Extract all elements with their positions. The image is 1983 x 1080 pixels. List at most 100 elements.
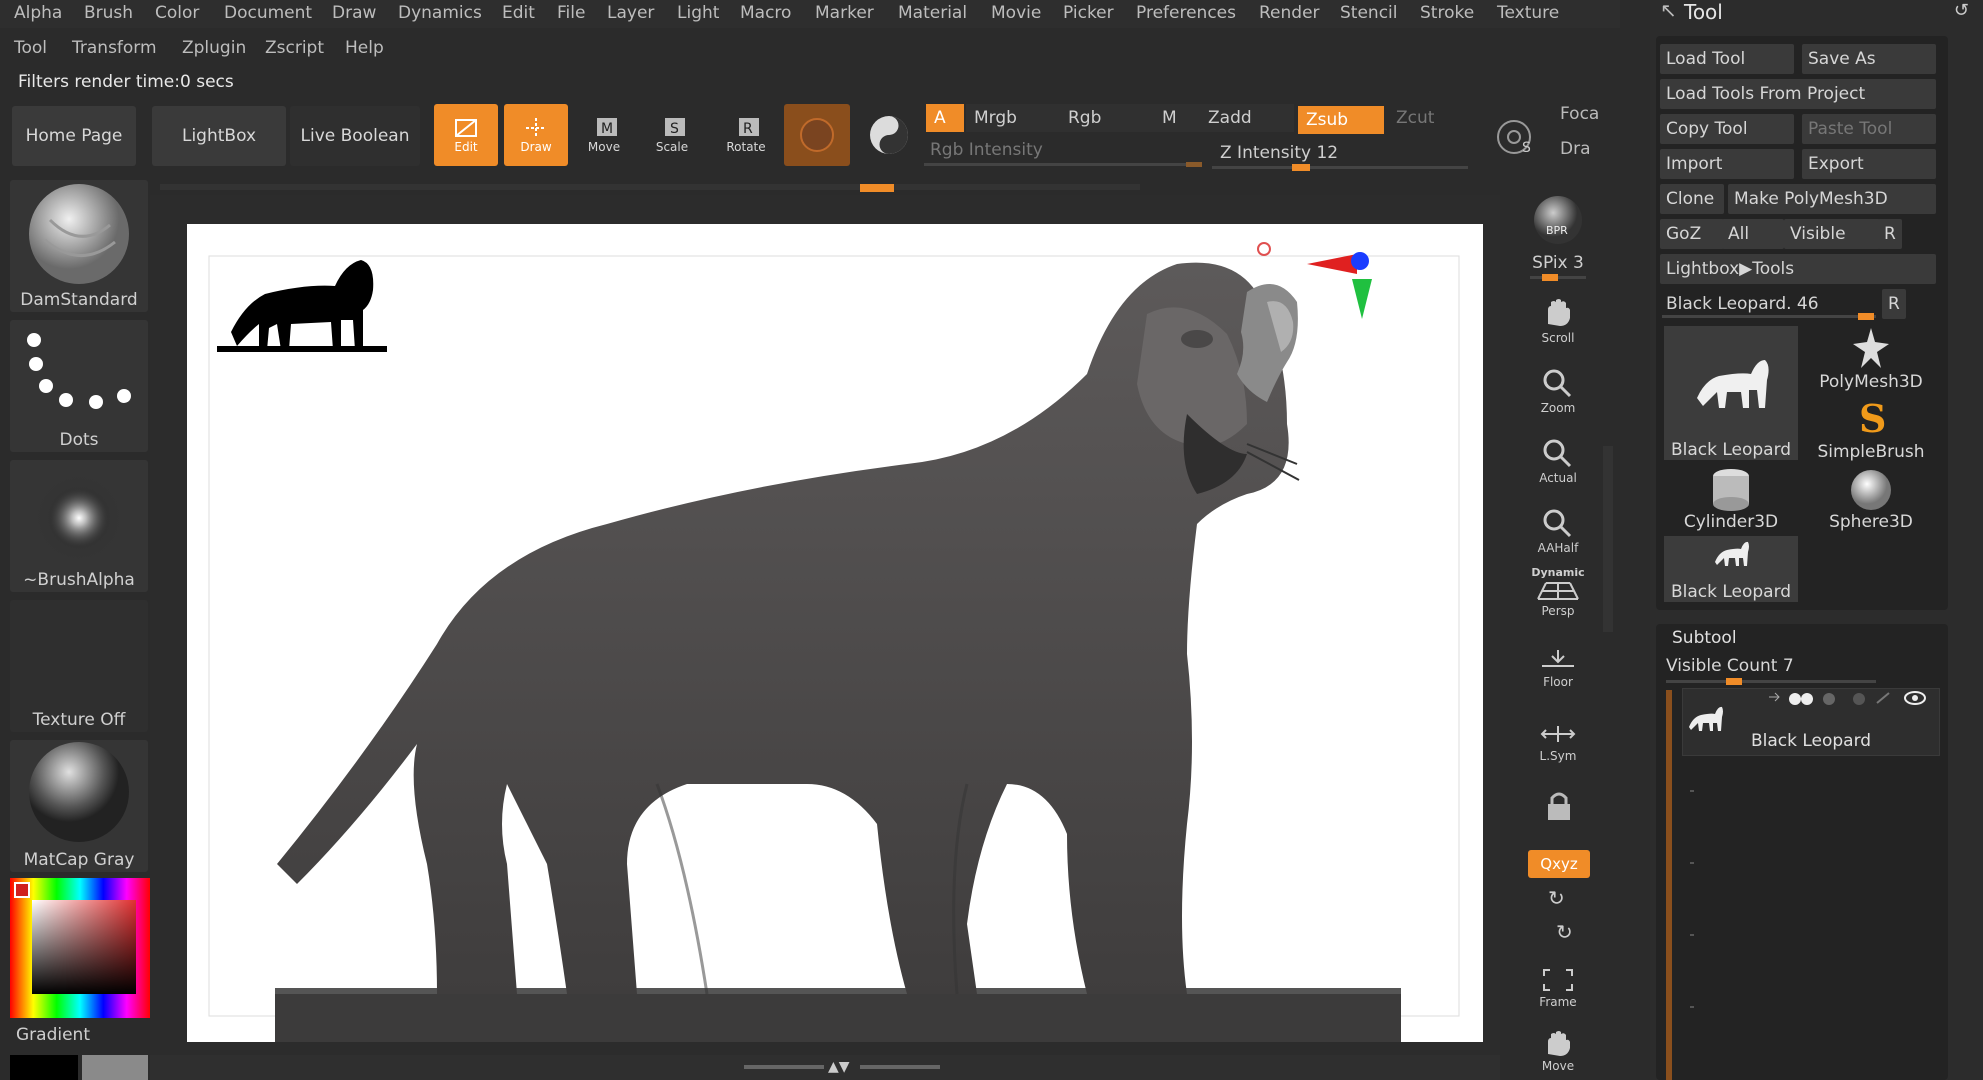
menu-document[interactable]: Document [224, 3, 312, 23]
bottom-tray-handle-right[interactable] [860, 1065, 940, 1069]
z-intensity-slider[interactable]: Z Intensity 12 [1212, 139, 1470, 167]
menu-file[interactable]: File [557, 3, 585, 23]
m-toggle[interactable]: M [1154, 104, 1200, 132]
scale-mode-button[interactable]: S Scale [642, 104, 702, 166]
texture-selector[interactable]: Texture Off [10, 600, 148, 732]
tray-toggle-icon[interactable]: ▲▼ [828, 1059, 850, 1075]
local-symmetry-button[interactable]: L.Sym [1525, 720, 1591, 780]
menu-movie[interactable]: Movie [991, 3, 1041, 23]
draw-size-label[interactable]: Dra [1560, 139, 1591, 159]
menu-stencil[interactable]: Stencil [1340, 3, 1397, 23]
xyz-rotate-button[interactable]: Qxyz [1528, 850, 1590, 878]
move-view-button[interactable]: Move [1525, 1030, 1591, 1080]
visible-count-slider[interactable]: Visible Count 7 [1666, 656, 1794, 676]
goz-all-button[interactable]: All [1722, 219, 1784, 249]
menu-material[interactable]: Material [898, 3, 967, 23]
rotate-z-icon[interactable]: ↻ [1556, 920, 1573, 944]
tool-slider-r-button[interactable]: R [1882, 289, 1906, 319]
menu-dynamics[interactable]: Dynamics [398, 3, 482, 23]
rotate-y-icon[interactable]: ↻ [1548, 886, 1565, 910]
zcut-toggle[interactable]: Zcut [1388, 104, 1476, 132]
tool-thumb-simplebrush[interactable]: S SimpleBrush [1804, 396, 1938, 462]
menu-zplugin[interactable]: Zplugin [182, 38, 246, 58]
scroll-button[interactable]: Scroll [1525, 296, 1591, 356]
reset-icon[interactable]: ↺ [1954, 0, 1969, 21]
floor-button[interactable]: Floor [1525, 646, 1591, 706]
primary-color-swatch[interactable] [10, 1055, 78, 1080]
draw-sphere-button[interactable] [856, 104, 922, 166]
save-as-button[interactable]: Save As [1802, 44, 1936, 74]
menu-light[interactable]: Light [677, 3, 719, 23]
right-dock-scroll-handle[interactable] [1603, 446, 1613, 632]
subtool-header[interactable]: Subtool [1672, 628, 1737, 648]
draw-mode-button[interactable]: Draw [504, 104, 568, 166]
make-polymesh3d-button[interactable]: Make PolyMesh3D [1728, 184, 1936, 214]
menu-transform[interactable]: Transform [72, 38, 157, 58]
menu-zscript[interactable]: Zscript [265, 38, 324, 58]
menu-stroke[interactable]: Stroke [1420, 3, 1474, 23]
menu-color[interactable]: Color [155, 3, 199, 23]
lightbox-tools-button[interactable]: Lightbox▶Tools [1660, 254, 1936, 284]
color-sv-square[interactable] [32, 900, 136, 994]
focal-shift-dial[interactable]: S [1492, 112, 1542, 162]
export-button[interactable]: Export [1802, 149, 1936, 179]
secondary-color-swatch[interactable] [82, 1055, 148, 1080]
menu-help[interactable]: Help [345, 38, 384, 58]
tool-thumb-black-leopard[interactable]: Black Leopard [1664, 326, 1798, 460]
actual-button[interactable]: Actual [1525, 436, 1591, 496]
lightbox-button[interactable]: LightBox [152, 106, 286, 166]
menu-edit[interactable]: Edit [502, 3, 535, 23]
tool-thumb-sphere3d[interactable]: Sphere3D [1804, 466, 1938, 532]
menu-macro[interactable]: Macro [740, 3, 791, 23]
menu-texture[interactable]: Texture [1497, 3, 1559, 23]
a-toggle[interactable]: A [926, 104, 964, 132]
zsub-toggle[interactable]: Zsub [1298, 106, 1384, 134]
canvas-scroll-strip[interactable] [160, 184, 1140, 192]
import-button[interactable]: Import [1660, 149, 1794, 179]
rotate-mode-button[interactable]: R Rotate [714, 104, 778, 166]
material-selector[interactable]: MatCap Gray [10, 740, 148, 872]
focal-label[interactable]: Foca [1560, 104, 1599, 124]
load-tool-button[interactable]: Load Tool [1660, 44, 1794, 74]
bottom-tray-handle-left[interactable] [744, 1065, 824, 1069]
edit-mode-button[interactable]: Edit [434, 104, 498, 166]
aahalf-button[interactable]: AAHalf [1525, 506, 1591, 566]
rgb-toggle[interactable]: Rgb [1060, 104, 1158, 132]
frame-button[interactable]: Frame [1525, 966, 1591, 1026]
load-tools-from-project-button[interactable]: Load Tools From Project [1660, 79, 1936, 109]
zoom-button[interactable]: Zoom [1525, 366, 1591, 426]
move-mode-button[interactable]: M Move [574, 104, 634, 166]
menu-brush[interactable]: Brush [84, 3, 133, 23]
mrgb-toggle[interactable]: Mrgb [966, 104, 1064, 132]
zadd-toggle[interactable]: Zadd [1200, 104, 1294, 132]
persp-button[interactable]: Dynamic Persp [1525, 566, 1591, 626]
clone-button[interactable]: Clone [1660, 184, 1724, 214]
tool-thumb-cylinder3d[interactable]: Cylinder3D [1664, 466, 1798, 532]
color-picker[interactable] [10, 878, 150, 1018]
subtool-scrollbar[interactable] [1666, 690, 1672, 1080]
lock-button[interactable] [1525, 786, 1591, 846]
document-viewport[interactable] [187, 224, 1483, 1042]
subtool-item[interactable]: Black Leopard [1682, 688, 1940, 756]
menu-layer[interactable]: Layer [607, 3, 654, 23]
menu-picker[interactable]: Picker [1063, 3, 1114, 23]
menu-preferences[interactable]: Preferences [1136, 3, 1236, 23]
goz-visible-button[interactable]: Visible [1784, 219, 1880, 249]
brush-selector[interactable]: DamStandard [10, 180, 148, 312]
bpr-button[interactable]: BPR [1522, 190, 1594, 254]
menu-render[interactable]: Render [1259, 3, 1320, 23]
live-boolean-button[interactable]: Live Boolean [290, 106, 420, 166]
menu-tool[interactable]: Tool [14, 38, 47, 58]
copy-tool-button[interactable]: Copy Tool [1660, 114, 1794, 144]
menu-draw[interactable]: Draw [332, 3, 376, 23]
home-page-button[interactable]: Home Page [12, 106, 136, 166]
goz-button[interactable]: GoZ [1660, 219, 1724, 249]
tool-thumb-polymesh3d[interactable]: PolyMesh3D [1804, 326, 1938, 392]
tool-thumb-black-leopard-2[interactable]: Black Leopard [1664, 536, 1798, 602]
paste-tool-button[interactable]: Paste Tool [1802, 114, 1936, 144]
alpha-selector[interactable]: ~BrushAlpha [10, 460, 148, 592]
goz-r-button[interactable]: R [1878, 219, 1902, 249]
rgb-intensity-slider[interactable]: Rgb Intensity [922, 136, 1210, 164]
material-sphere-button[interactable] [784, 104, 850, 166]
menu-marker[interactable]: Marker [815, 3, 874, 23]
